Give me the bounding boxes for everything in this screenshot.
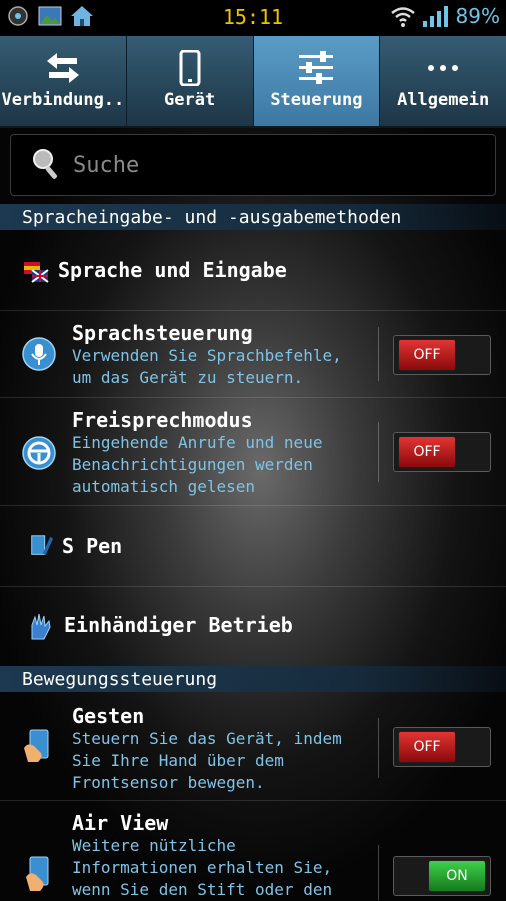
item-description: Steuern Sie das Gerät, indem Sie Ihre Ha… bbox=[72, 728, 342, 794]
desc-line: Steuern Sie das Gerät, indem bbox=[72, 729, 342, 748]
air-view-toggle[interactable]: ON bbox=[393, 856, 491, 896]
list-item-handsfree[interactable]: Freisprechmodus Eingehende Anrufe und ne… bbox=[0, 398, 506, 506]
desc-line: Informationen erhalten Sie, bbox=[72, 858, 333, 877]
hand-icon bbox=[31, 613, 51, 640]
toggle-knob: OFF bbox=[398, 731, 456, 763]
toggle-knob: ON bbox=[428, 860, 486, 892]
tab-label: Verbindung.. bbox=[1, 90, 125, 110]
item-description: Weitere nützliche Informationen erhalten… bbox=[72, 835, 332, 901]
search-input[interactable] bbox=[71, 147, 475, 183]
sliders-icon bbox=[299, 51, 334, 84]
system-status: 89% bbox=[390, 4, 500, 28]
microphone-icon bbox=[22, 337, 56, 371]
desc-line: automatisch gelesen bbox=[72, 477, 256, 496]
section-header-speech: Spracheingabe- und -ausgabemethoden bbox=[0, 204, 506, 230]
item-title: Einhändiger Betrieb bbox=[64, 613, 293, 637]
desc-line: Verwenden Sie Sprachbefehle, bbox=[72, 346, 342, 365]
item-title: Sprachsteuerung bbox=[72, 321, 253, 345]
toggle-knob: OFF bbox=[398, 339, 456, 371]
list-item-one-handed[interactable]: Einhändiger Betrieb bbox=[0, 587, 506, 665]
divider bbox=[378, 422, 379, 482]
desc-line: Frontsensor bewegen. bbox=[72, 773, 265, 792]
item-title: Sprache und Eingabe bbox=[58, 258, 287, 282]
item-title: Freisprechmodus bbox=[72, 408, 253, 432]
section-title: Spracheingabe- und -ausgabemethoden bbox=[22, 207, 402, 228]
section-header-motion: Bewegungssteuerung bbox=[0, 666, 506, 692]
divider bbox=[378, 718, 379, 778]
search-bar bbox=[10, 134, 496, 196]
tab-controls[interactable]: Steuerung bbox=[253, 36, 381, 126]
tab-general[interactable]: Allgemein bbox=[380, 36, 506, 126]
item-title: Air View bbox=[72, 811, 169, 835]
desc-line: Weitere nützliche bbox=[72, 836, 236, 855]
list-item-language[interactable]: Sprache und Eingabe bbox=[0, 230, 506, 311]
steering-wheel-icon bbox=[22, 436, 56, 470]
list-item-gestures[interactable]: Gesten Steuern Sie das Gerät, indem Sie … bbox=[0, 692, 506, 801]
item-description: Verwenden Sie Sprachbefehle, um das Gerä… bbox=[72, 345, 342, 389]
flags-icon bbox=[24, 262, 49, 283]
desc-line: wenn Sie den Stift oder den bbox=[72, 880, 333, 899]
hand-gesture-icon bbox=[24, 729, 49, 762]
tab-label: Allgemein bbox=[397, 90, 490, 110]
item-title: S Pen bbox=[62, 534, 123, 558]
divider bbox=[378, 327, 379, 381]
section-title: Bewegungssteuerung bbox=[22, 669, 218, 690]
phone-icon bbox=[179, 50, 201, 86]
handsfree-toggle[interactable]: OFF bbox=[393, 432, 491, 472]
more-dots-icon bbox=[428, 65, 459, 71]
desc-line: Benachrichtigungen werden bbox=[72, 455, 313, 474]
list-item-spen[interactable]: S Pen bbox=[0, 506, 506, 587]
search-icon bbox=[33, 149, 57, 179]
tab-label: Steuerung bbox=[270, 90, 363, 110]
settings-tabs: Verbindung.. Gerät Steuerung Allgemein bbox=[0, 36, 506, 128]
desc-line: Sie Ihre Hand über dem bbox=[72, 751, 284, 770]
tab-connections[interactable]: Verbindung.. bbox=[0, 36, 127, 126]
gestures-toggle[interactable]: OFF bbox=[393, 727, 491, 767]
desc-line: Eingehende Anrufe und neue bbox=[72, 433, 323, 452]
toggle-knob: OFF bbox=[398, 436, 456, 468]
voice-control-toggle[interactable]: OFF bbox=[393, 335, 491, 375]
tab-device[interactable]: Gerät bbox=[127, 36, 254, 126]
divider bbox=[378, 845, 379, 900]
wifi-icon bbox=[390, 7, 415, 27]
air-view-icon bbox=[26, 856, 49, 891]
pen-icon bbox=[31, 535, 54, 556]
item-title: Gesten bbox=[72, 704, 145, 728]
status-bar: 15:11 89% bbox=[0, 0, 506, 36]
tab-label: Gerät bbox=[164, 90, 216, 110]
list-item-air-view[interactable]: Air View Weitere nützliche Informationen… bbox=[0, 801, 506, 900]
signal-icon bbox=[422, 6, 448, 27]
arrows-swap-icon bbox=[46, 53, 79, 83]
item-description: Eingehende Anrufe und neue Benachrichtig… bbox=[72, 432, 322, 498]
desc-line: um das Gerät zu steuern. bbox=[72, 368, 304, 387]
battery-level: 89% bbox=[455, 4, 500, 28]
list-item-voice-control[interactable]: Sprachsteuerung Verwenden Sie Sprachbefe… bbox=[0, 311, 506, 398]
